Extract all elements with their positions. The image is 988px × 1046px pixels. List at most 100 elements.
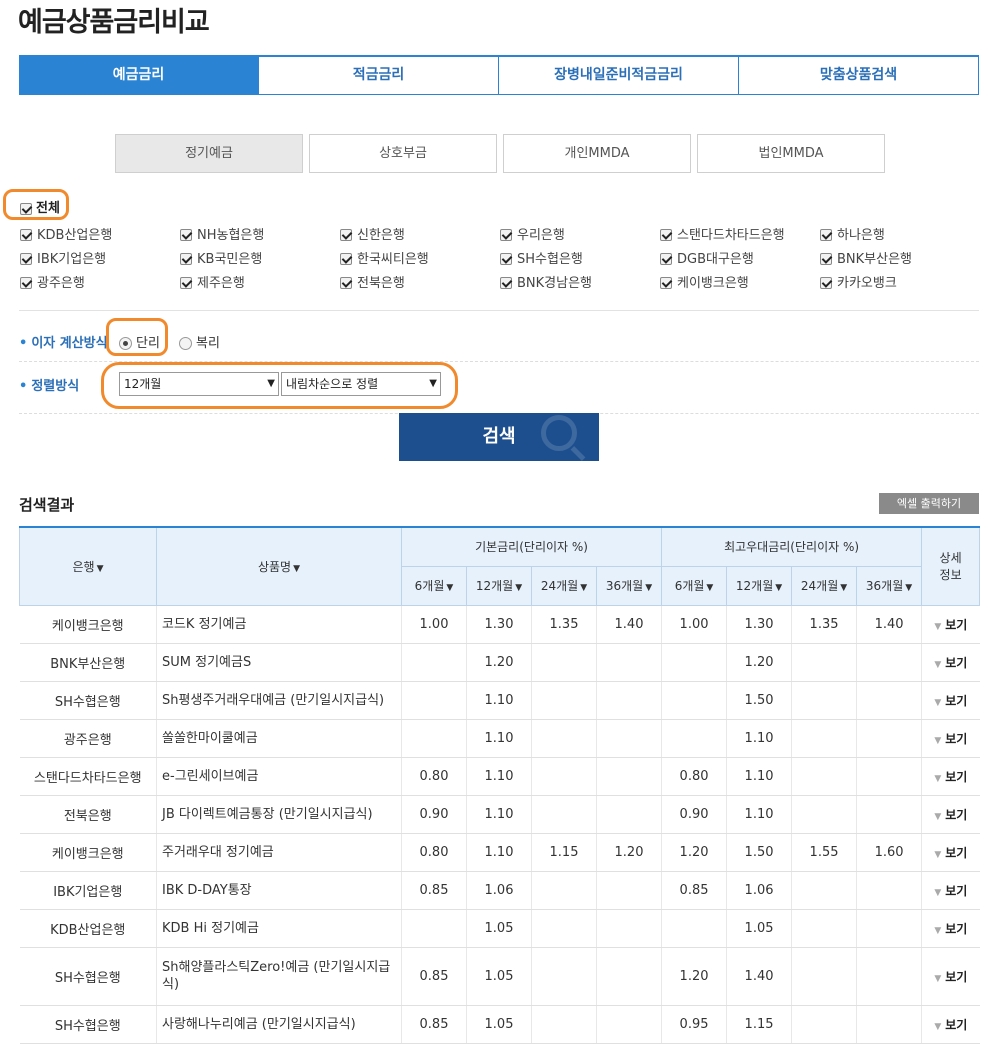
- tab-soldier-savings-rate[interactable]: 장병내일준비적금금리: [499, 57, 739, 94]
- table-row: BNK부산은행 SUM 정기예금S 1.20 1.20 ▼ 보기: [19, 643, 980, 682]
- bank-checkbox[interactable]: KB국민은행: [180, 248, 340, 267]
- subtab-personal-mmda[interactable]: 개인MMDA: [503, 134, 691, 173]
- cell-rate: [856, 719, 922, 758]
- search-button[interactable]: 검색: [399, 413, 599, 461]
- bank-checkbox[interactable]: SH수협은행: [500, 248, 660, 267]
- view-button[interactable]: ▼ 보기: [921, 605, 980, 644]
- cell-rate: [856, 909, 922, 948]
- period-select[interactable]: 12개월 ▼: [119, 372, 279, 396]
- bank-checkbox[interactable]: 전북은행: [340, 272, 500, 291]
- cell-bank: SH수협은행: [19, 947, 157, 1006]
- bank-checkbox[interactable]: BNK부산은행: [820, 248, 980, 267]
- subtab-fixed-deposit[interactable]: 정기예금: [115, 134, 303, 173]
- checkbox-icon: [500, 253, 512, 265]
- cell-product: 사랑해나누리예금 (만기일시지급식): [156, 1005, 402, 1044]
- bank-checkbox[interactable]: DGB대구은행: [660, 248, 820, 267]
- bank-checkbox[interactable]: 스탠다드차타드은행: [660, 224, 820, 243]
- bank-checkbox[interactable]: KDB산업은행: [20, 224, 180, 243]
- cell-rate: 1.30: [466, 605, 532, 644]
- header-max-rate: 최고우대금리(단리이자 %): [661, 526, 923, 567]
- cell-bank: IBK기업은행: [19, 871, 157, 910]
- bank-checkbox[interactable]: 광주은행: [20, 272, 180, 291]
- view-button[interactable]: ▼ 보기: [921, 909, 980, 948]
- cell-rate: [531, 643, 597, 682]
- interest-label: • 이자 계산방식: [19, 336, 108, 351]
- subtab-corporate-mmda[interactable]: 법인MMDA: [697, 134, 885, 173]
- cell-rate: 1.55: [791, 833, 857, 872]
- triangle-down-icon: ▼: [934, 925, 942, 936]
- cell-product: JB 다이렉트예금통장 (만기일시지급식): [156, 795, 402, 834]
- view-button[interactable]: ▼ 보기: [921, 1005, 980, 1044]
- cell-rate: 1.20: [661, 833, 727, 872]
- view-button[interactable]: ▼ 보기: [921, 719, 980, 758]
- view-button[interactable]: ▼ 보기: [921, 871, 980, 910]
- tab-custom-search[interactable]: 맞춤상품검색: [739, 57, 979, 94]
- radio-simple-interest[interactable]: 단리: [119, 332, 160, 351]
- cell-rate: [531, 757, 597, 796]
- cell-product: e-그린세이브예금: [156, 757, 402, 796]
- header-max-period[interactable]: 12개월 ▼: [726, 565, 793, 606]
- bank-checkbox[interactable]: NH농협은행: [180, 224, 340, 243]
- bank-checkbox[interactable]: 신한은행: [340, 224, 500, 243]
- view-button[interactable]: ▼ 보기: [921, 757, 980, 796]
- header-base-period[interactable]: 6개월 ▼: [401, 565, 467, 606]
- checkbox-icon: [340, 253, 352, 265]
- cell-rate: [595, 719, 662, 758]
- header-max-period[interactable]: 24개월 ▼: [791, 565, 858, 606]
- cell-rate: 1.05: [466, 1005, 532, 1044]
- bank-checkbox[interactable]: 한국씨티은행: [340, 248, 500, 267]
- header-max-period[interactable]: 36개월 ▼: [856, 565, 923, 606]
- header-bank[interactable]: 은행 ▼: [19, 526, 157, 606]
- cell-rate: 0.90: [401, 795, 467, 834]
- subtab-installment[interactable]: 상호부금: [309, 134, 497, 173]
- view-button[interactable]: ▼ 보기: [921, 681, 980, 720]
- header-base-period[interactable]: 36개월 ▼: [595, 565, 663, 606]
- checkbox-icon: [340, 229, 352, 241]
- cell-rate: 1.10: [726, 795, 792, 834]
- tab-savings-rate[interactable]: 적금금리: [259, 57, 499, 94]
- triangle-down-icon: ▼: [934, 849, 942, 860]
- checkbox-icon: [180, 277, 192, 289]
- bank-checkbox[interactable]: BNK경남은행: [500, 272, 660, 291]
- view-button[interactable]: ▼ 보기: [921, 795, 980, 834]
- view-button[interactable]: ▼ 보기: [921, 643, 980, 682]
- order-select[interactable]: 내림차순으로 정렬 ▼: [281, 372, 441, 396]
- cell-bank: SH수협은행: [19, 681, 157, 720]
- bank-checkbox[interactable]: 제주은행: [180, 272, 340, 291]
- search-icon: [541, 415, 577, 451]
- view-button[interactable]: ▼ 보기: [921, 833, 980, 872]
- view-button[interactable]: ▼ 보기: [921, 947, 980, 1006]
- bank-checkbox[interactable]: 우리은행: [500, 224, 660, 243]
- radio-compound-interest[interactable]: 복리: [179, 332, 220, 351]
- cell-rate: [791, 1005, 857, 1044]
- cell-rate: [531, 947, 597, 1006]
- cell-product: 쏠쏠한마이쿨예금: [156, 719, 402, 758]
- bank-checkbox[interactable]: IBK기업은행: [20, 248, 180, 267]
- cell-rate: [595, 643, 662, 682]
- header-max-period[interactable]: 6개월 ▼: [661, 565, 728, 606]
- header-base-period[interactable]: 24개월 ▼: [531, 565, 597, 606]
- cell-rate: [531, 1005, 597, 1044]
- bank-checkbox[interactable]: 카카오뱅크: [820, 272, 980, 291]
- cell-rate: 1.10: [726, 719, 792, 758]
- header-base-rate: 기본금리(단리이자 %): [400, 526, 663, 567]
- header-product[interactable]: 상품명 ▼: [156, 526, 402, 606]
- cell-rate: 0.80: [401, 833, 467, 872]
- cell-rate: 1.10: [726, 757, 792, 796]
- cell-rate: [661, 643, 727, 682]
- bank-checkbox[interactable]: 케이뱅크은행: [660, 272, 820, 291]
- checkbox-icon: [660, 253, 672, 265]
- cell-rate: [661, 681, 727, 720]
- header-base-period[interactable]: 12개월 ▼: [466, 565, 532, 606]
- select-all-checkbox[interactable]: 전체: [20, 197, 60, 216]
- bank-checkbox[interactable]: 하나은행: [820, 224, 980, 243]
- cell-rate: 0.85: [661, 871, 727, 910]
- checkbox-icon: [820, 277, 832, 289]
- cell-rate: [856, 643, 922, 682]
- cell-product: 코드K 정기예금: [156, 605, 402, 644]
- tab-deposit-rate[interactable]: 예금금리: [19, 57, 259, 94]
- excel-export-button[interactable]: 엑셀 출력하기: [879, 493, 979, 514]
- cell-bank: 광주은행: [19, 719, 157, 758]
- dropdown-arrow-icon: ▼: [267, 378, 275, 389]
- cell-bank: BNK부산은행: [19, 643, 157, 682]
